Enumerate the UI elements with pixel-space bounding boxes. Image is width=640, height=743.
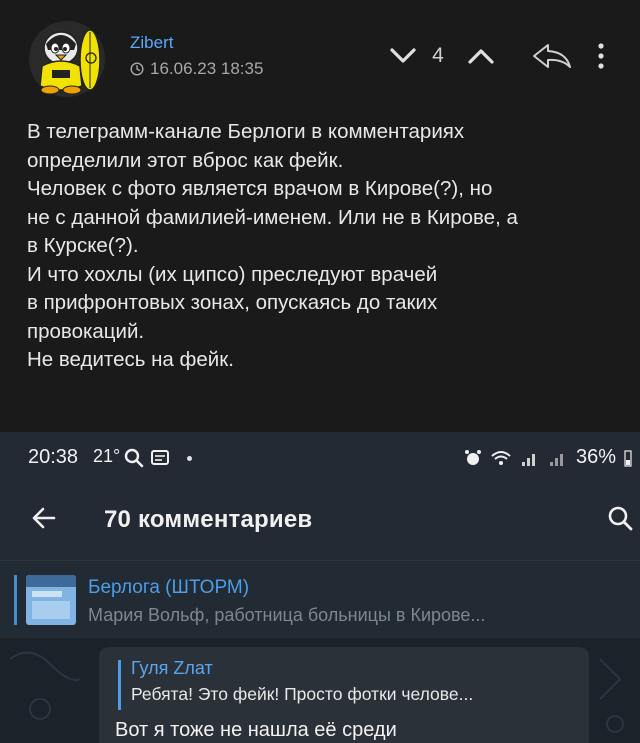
battery-icon [624, 449, 632, 467]
status-time: 20:38 [28, 446, 79, 468]
user-avatar[interactable] [28, 20, 106, 98]
quote-author: Гуля Zлат [131, 658, 213, 678]
status-right-group: 36% [464, 446, 632, 469]
reply-button[interactable] [527, 38, 577, 74]
vote-down-button[interactable] [385, 38, 421, 74]
comment-body: В телеграмм-канале Берлоги в комментария… [27, 118, 627, 375]
signal-icon [521, 453, 535, 466]
quote-text: Ребята! Это фейк! Просто фотки челове... [131, 684, 474, 704]
clock-icon [130, 62, 144, 76]
comment-line: провокаций. [27, 319, 145, 343]
search-icon [124, 448, 144, 468]
notification-dot-icon [187, 456, 192, 461]
more-vertical-icon [598, 43, 604, 69]
app-bar: 70 комментариев [0, 482, 640, 560]
chevron-up-icon [468, 49, 494, 64]
comment-line: в Курске(?). [27, 234, 139, 257]
phone-status-bar: 20:38 21° 36% [0, 432, 640, 482]
pinned-thumbnail [26, 575, 76, 625]
comment-line: И что хохлы (их ципсо) преследуют врачей [27, 262, 438, 286]
penguin-surfer-avatar [29, 21, 105, 97]
message-icon [151, 450, 169, 465]
comment-date: 16.06.23 18:35 [130, 59, 263, 79]
comment-line: определили этот вброс как фейк. [27, 148, 344, 172]
battery-percent: 36% [575, 446, 616, 468]
more-options-button[interactable] [593, 38, 609, 74]
message-text: Вот я тоже не нашла её среди [115, 719, 397, 741]
comment-line: Человек с фото является врачом в Кирове(… [27, 177, 493, 200]
pinned-subtitle: Мария Вольф, работница больницы в Кирове… [88, 605, 486, 625]
reply-icon [533, 44, 571, 68]
pinned-post[interactable]: Берлога (ШТОРМ) Мария Вольф, работница б… [0, 560, 640, 638]
status-temperature: 21° [93, 446, 121, 466]
vote-up-button[interactable] [463, 38, 499, 74]
comments-title: 70 комментариев [104, 506, 313, 533]
reply-quote-bar [118, 660, 121, 710]
wifi-icon [491, 450, 511, 465]
search-icon[interactable] [606, 504, 634, 532]
pinned-accent-bar [14, 575, 17, 625]
signal-icon [549, 453, 563, 466]
chat-area: Гуля Zлат Ребята! Это фейк! Просто фотки… [0, 639, 640, 743]
comment-line: Не ведитесь на фейк. [27, 348, 234, 371]
comment-line: в прифронтовых зонах, опускаясь до таких [27, 291, 438, 314]
comment-author[interactable]: Zibert [130, 33, 173, 53]
alarm-icon [464, 449, 481, 465]
comment-header: Zibert 16.06.23 18:35 4 [0, 0, 640, 105]
chevron-down-icon [390, 48, 416, 63]
pinned-title: Берлога (ШТОРМ) [88, 577, 250, 598]
comment-actions: 4 [385, 38, 609, 74]
vote-count: 4 [432, 44, 444, 67]
attached-screenshot[interactable]: 20:38 21° 36% 70 комментариев Берлога (Ш… [0, 432, 640, 743]
date-text: 16.06.23 18:35 [150, 59, 264, 78]
back-arrow-icon[interactable] [30, 504, 58, 532]
comment-line: В телеграмм-канале Берлоги в комментария… [27, 120, 465, 143]
comment-line: не с данной фамилией-именем. Или не в Ки… [27, 205, 518, 229]
